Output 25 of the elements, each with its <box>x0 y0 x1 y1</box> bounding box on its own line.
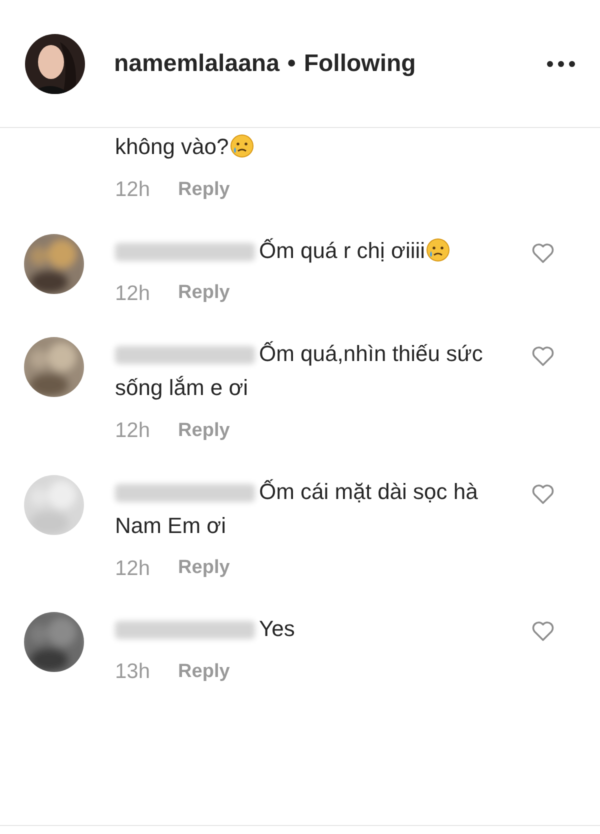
username[interactable]: namemlalaana <box>114 46 280 82</box>
reply-button[interactable]: Reply <box>178 552 230 584</box>
heart-icon[interactable] <box>531 242 555 264</box>
reply-button[interactable]: Reply <box>178 278 230 309</box>
separator-dot: • <box>287 48 296 78</box>
comment-time: 12h <box>115 280 150 306</box>
comment-time: 12h <box>115 418 150 444</box>
comment-time: 12h <box>115 556 150 582</box>
follow-status[interactable]: Following <box>304 46 416 82</box>
sad-emoji-icon <box>426 238 450 262</box>
comment-text: Ốm quá r chị ơiiii <box>115 234 519 268</box>
comment-text: Ốm quá,nhìn thiếu sức sống lắm e ơi <box>115 340 484 402</box>
comment-text: không vào? <box>115 130 555 164</box>
heart-icon[interactable] <box>531 482 555 504</box>
comment-text: Yes <box>115 612 519 646</box>
comment-text: Ốm cái mặt dài sọc hà Nam Em ơi <box>115 478 479 540</box>
reply-button[interactable]: Reply <box>178 174 230 206</box>
heart-icon[interactable] <box>531 345 555 367</box>
heart-icon[interactable] <box>531 620 555 642</box>
sad-emoji-icon <box>230 134 254 158</box>
comment-time: 13h <box>115 659 150 685</box>
reply-button[interactable]: Reply <box>178 656 230 688</box>
more-options-icon[interactable] <box>547 60 575 66</box>
reply-button[interactable]: Reply <box>178 415 230 446</box>
comment-time: 12h <box>115 177 150 203</box>
